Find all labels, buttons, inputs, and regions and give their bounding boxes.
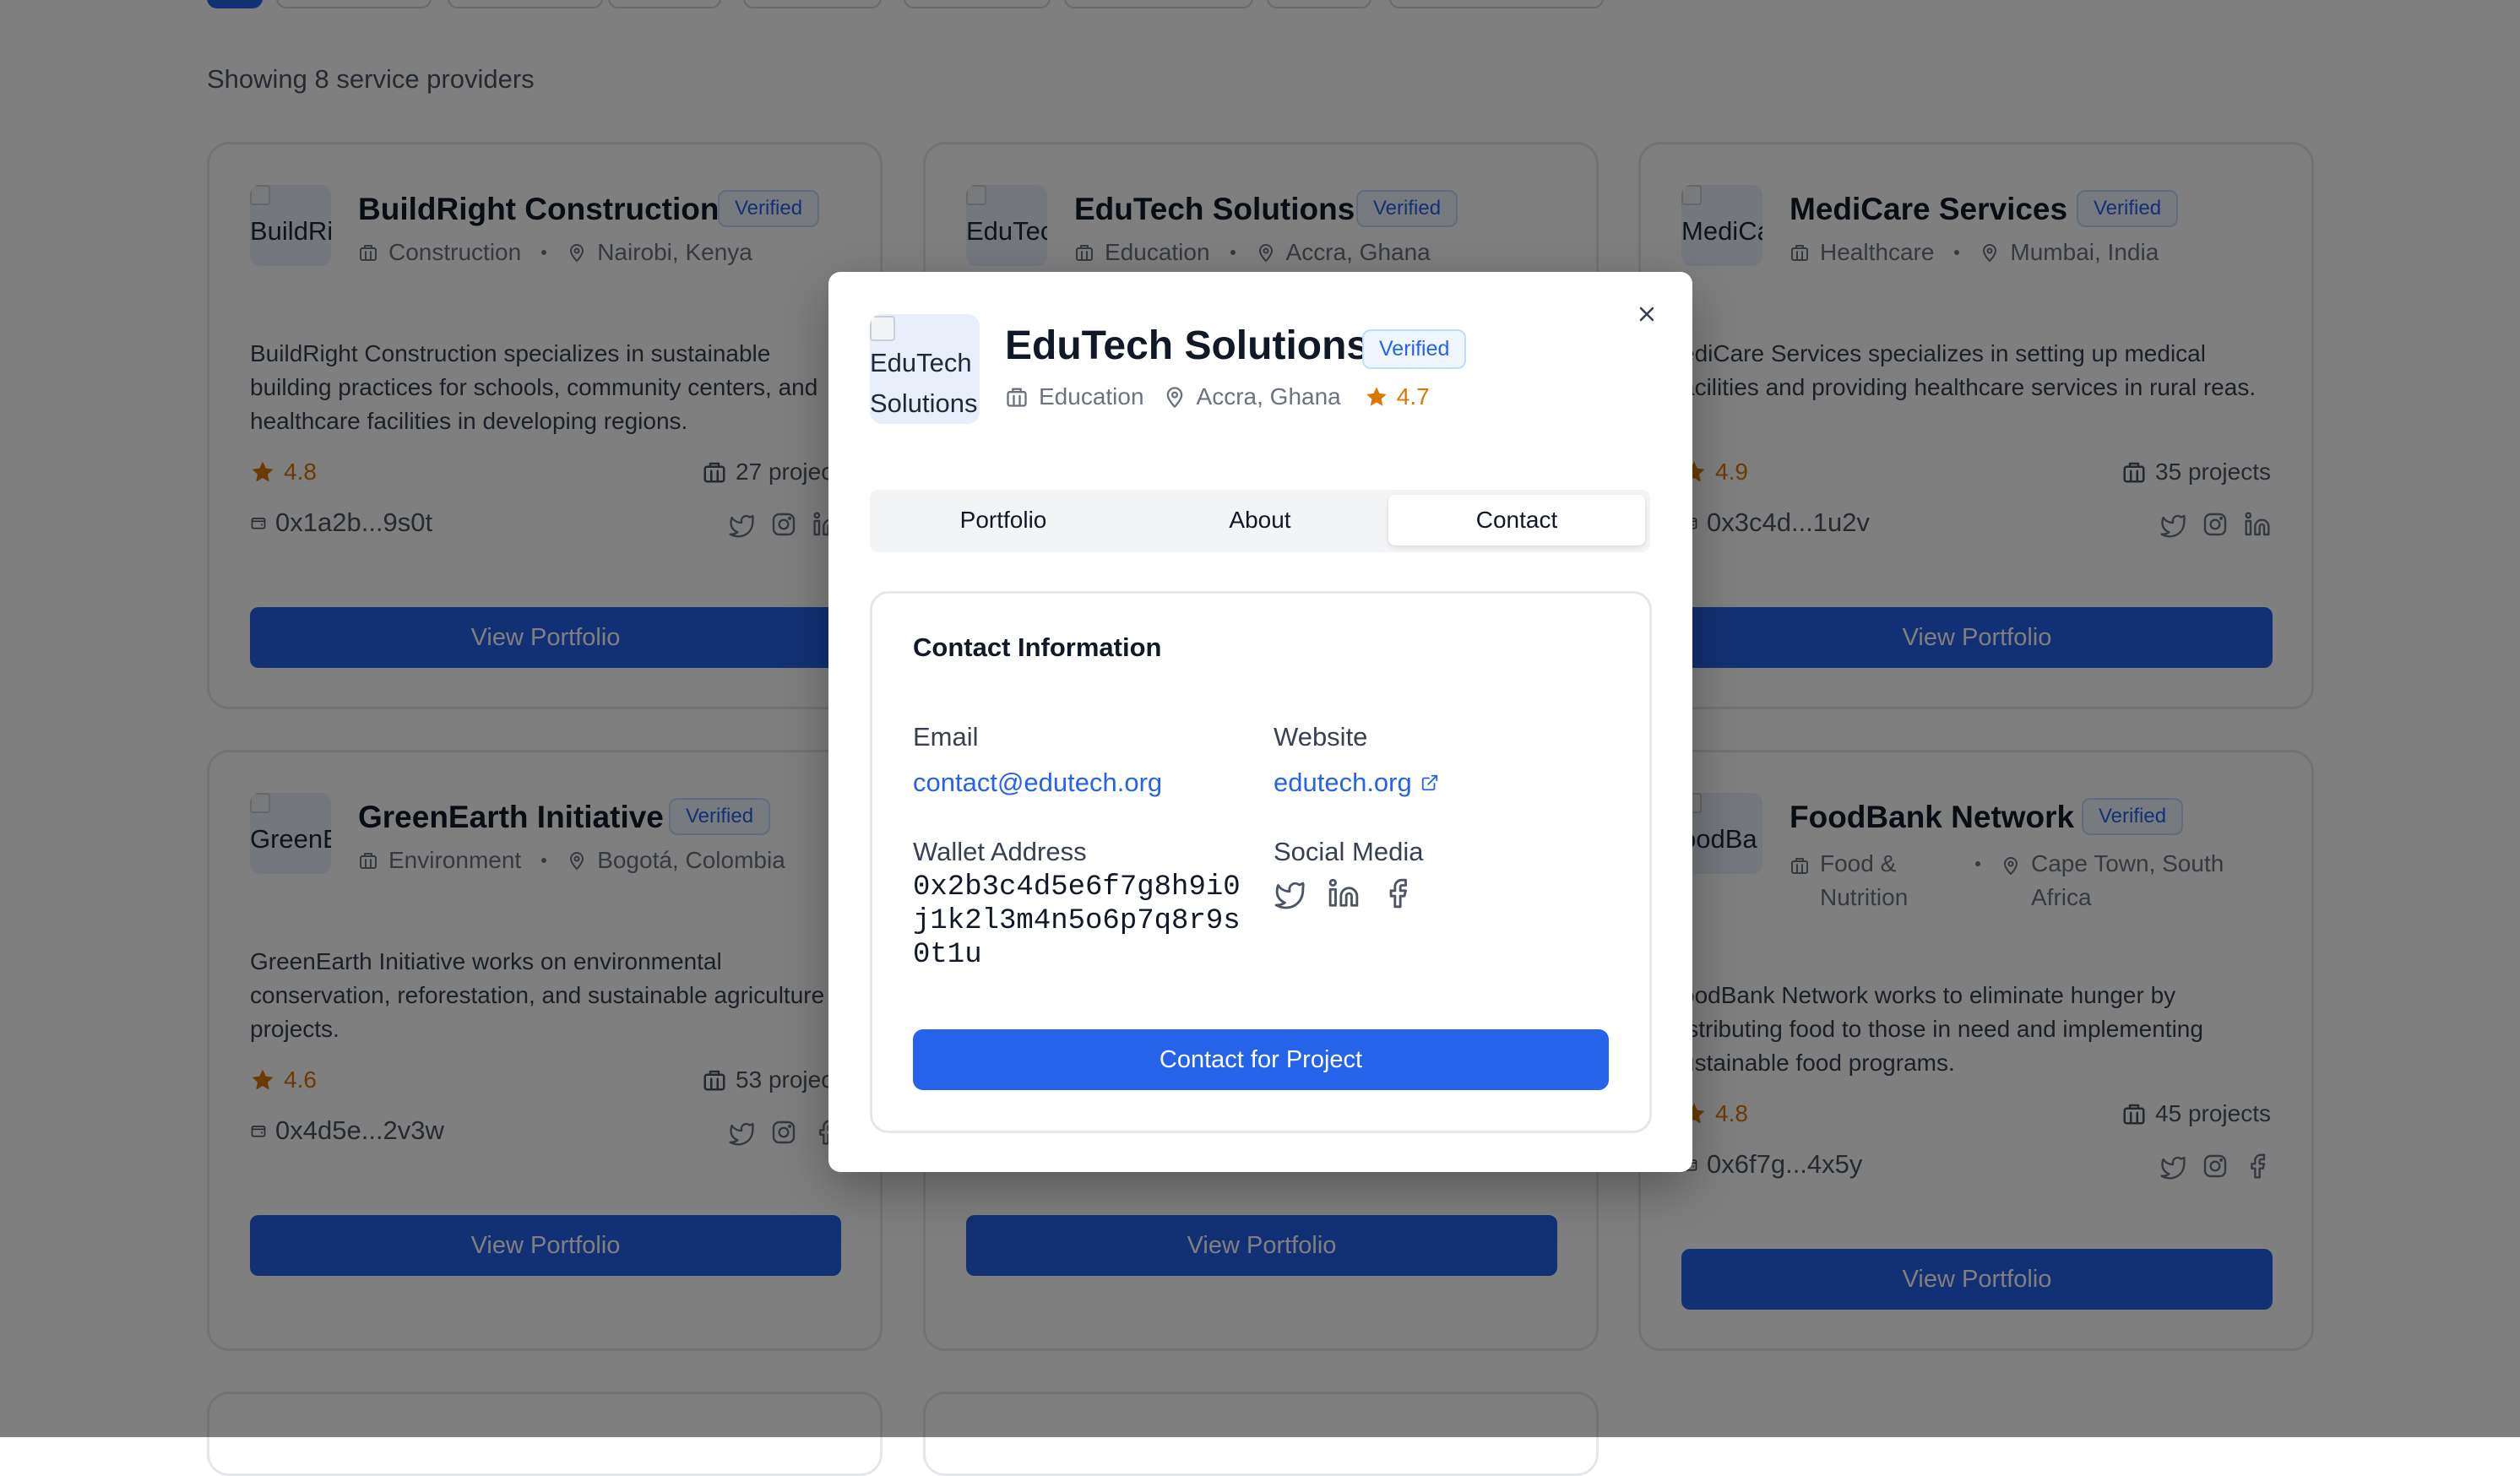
wallet-address-value: 0x2b3c4d5e6f7g8h9i0j1k2l3m4n5o6p7q8r9s0t…	[913, 871, 1241, 971]
modal-tabs: Portfolio About Contact	[870, 490, 1650, 552]
external-link-icon	[1420, 773, 1439, 792]
rating-value: 4.7	[1396, 383, 1430, 410]
contact-for-project-button[interactable]: Contact for Project	[913, 1029, 1609, 1090]
website-link[interactable]: edutech.org	[1274, 768, 1439, 798]
website-value[interactable]: edutech.org	[1274, 768, 1412, 798]
social-links	[1274, 877, 1414, 909]
email-link[interactable]: contact@edutech.org	[913, 768, 1162, 798]
social-media-label: Social Media	[1274, 837, 1424, 866]
modal-provider-name: EduTech Solutions	[1005, 323, 1370, 368]
linkedin-icon[interactable]	[1328, 877, 1360, 909]
close-icon[interactable]	[1635, 302, 1659, 326]
close-button[interactable]	[1630, 297, 1664, 331]
location-pin-icon	[1163, 385, 1187, 409]
provider-category: Education	[1039, 383, 1144, 410]
twitter-icon[interactable]	[1274, 877, 1306, 909]
facebook-icon[interactable]	[1382, 877, 1414, 909]
provider-location: Accra, Ghana	[1196, 383, 1341, 410]
wallet-address-label: Wallet Address	[913, 837, 1087, 866]
tab-portfolio[interactable]: Portfolio	[875, 495, 1132, 545]
tab-about[interactable]: About	[1132, 495, 1388, 545]
website-label: Website	[1274, 722, 1368, 752]
provider-detail-modal: EduTech Solutions EduTech Solutions Veri…	[828, 272, 1692, 1172]
provider-rating: 4.7	[1365, 383, 1430, 410]
contact-title: Contact Information	[913, 632, 1162, 662]
email-label: Email	[913, 722, 979, 752]
verified-badge: Verified	[1362, 329, 1467, 369]
building-icon	[1005, 385, 1029, 409]
contact-information-panel: Contact Information Email contact@edutec…	[870, 591, 1652, 1133]
star-icon	[1365, 385, 1388, 409]
provider-logo: EduTech Solutions	[870, 314, 980, 424]
email-value[interactable]: contact@edutech.org	[913, 768, 1162, 798]
tab-contact[interactable]: Contact	[1388, 495, 1645, 545]
modal-provider-meta: Education Accra, Ghana 4.7	[1005, 383, 1430, 410]
